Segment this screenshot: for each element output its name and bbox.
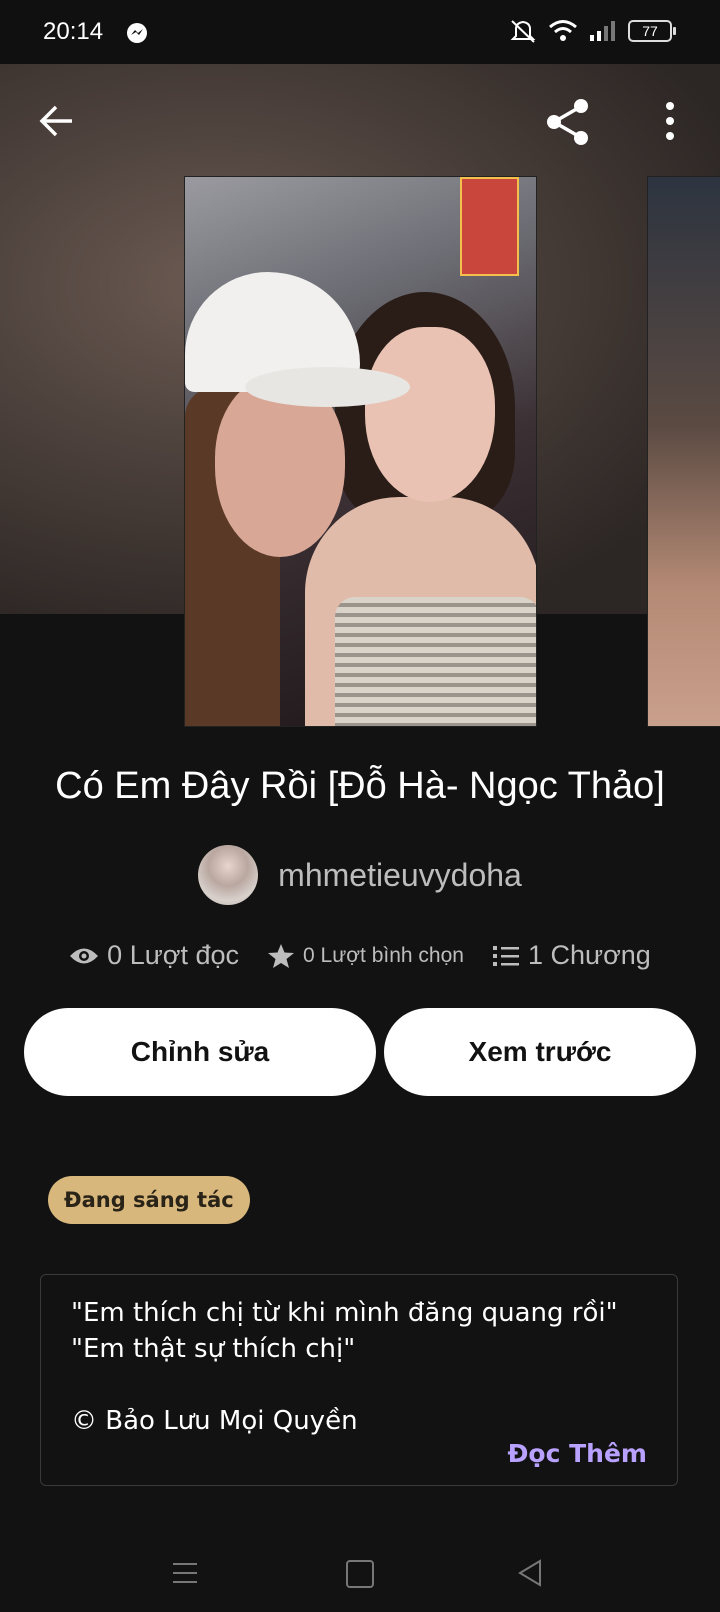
cover-figure bbox=[335, 597, 536, 726]
reads-stat: 0 Lượt đọc bbox=[69, 940, 239, 971]
wifi-icon bbox=[549, 20, 577, 41]
battery-level: 77 bbox=[642, 23, 658, 39]
edit-button[interactable]: Chỉnh sửa bbox=[24, 1008, 376, 1096]
description-line bbox=[71, 1367, 618, 1403]
next-cover-image[interactable] bbox=[647, 176, 720, 727]
cover-figure bbox=[245, 367, 410, 407]
battery-icon: 77 bbox=[628, 20, 676, 42]
story-stats: 0 Lượt đọc 0 Lượt bình chọn 1 Chương bbox=[0, 940, 720, 971]
author-row[interactable]: mhmetieuvydoha bbox=[0, 845, 720, 905]
story-cover-image[interactable] bbox=[184, 176, 537, 727]
signal-icon bbox=[590, 21, 615, 41]
back-arrow-icon[interactable] bbox=[36, 100, 78, 142]
description-box: "Em thích chị từ khi mình đăng quang rồi… bbox=[40, 1274, 678, 1486]
description-line: © Bảo Lưu Mọi Quyền bbox=[71, 1406, 358, 1436]
recent-apps-icon[interactable] bbox=[172, 1560, 198, 1586]
description-line: "Em thích chị từ khi mình đăng quang rồi… bbox=[71, 1298, 618, 1328]
votes-stat: 0 Lượt bình chọn bbox=[267, 943, 464, 969]
chapters-stat[interactable]: 1 Chương bbox=[492, 940, 651, 971]
status-badge: Đang sáng tác bbox=[48, 1176, 250, 1224]
votes-count: 0 Lượt bình chọn bbox=[303, 943, 464, 967]
more-vertical-icon[interactable] bbox=[655, 100, 685, 142]
eye-icon bbox=[70, 948, 99, 963]
home-icon[interactable] bbox=[346, 1560, 374, 1588]
status-icons: 77 bbox=[508, 18, 676, 44]
description-line: "Em thật sự thích chị" bbox=[71, 1334, 356, 1364]
list-icon bbox=[492, 945, 519, 966]
reads-count: 0 Lượt đọc bbox=[107, 940, 240, 970]
top-toolbar bbox=[0, 90, 720, 150]
messenger-icon bbox=[127, 23, 147, 43]
neon-sign bbox=[460, 177, 519, 276]
status-bar: 20:14 77 bbox=[0, 0, 720, 64]
author-name[interactable]: mhmetieuvydoha bbox=[278, 857, 522, 894]
description-text: "Em thích chị từ khi mình đăng quang rồi… bbox=[71, 1295, 618, 1439]
share-icon[interactable] bbox=[542, 96, 594, 148]
mute-icon bbox=[510, 20, 536, 43]
status-time: 20:14 bbox=[43, 18, 104, 45]
read-more-link[interactable]: Đọc Thêm bbox=[507, 1439, 647, 1468]
avatar[interactable] bbox=[198, 845, 259, 905]
story-title: Có Em Đây Rồi [Đỗ Hà- Ngọc Thảo] bbox=[55, 765, 665, 807]
chapters-count: 1 Chương bbox=[527, 940, 651, 970]
star-icon bbox=[268, 943, 295, 968]
system-nav-bar bbox=[0, 1540, 720, 1612]
back-triangle-icon[interactable] bbox=[516, 1558, 544, 1588]
cover-figure bbox=[365, 327, 495, 502]
preview-button[interactable]: Xem trước bbox=[384, 1008, 696, 1096]
